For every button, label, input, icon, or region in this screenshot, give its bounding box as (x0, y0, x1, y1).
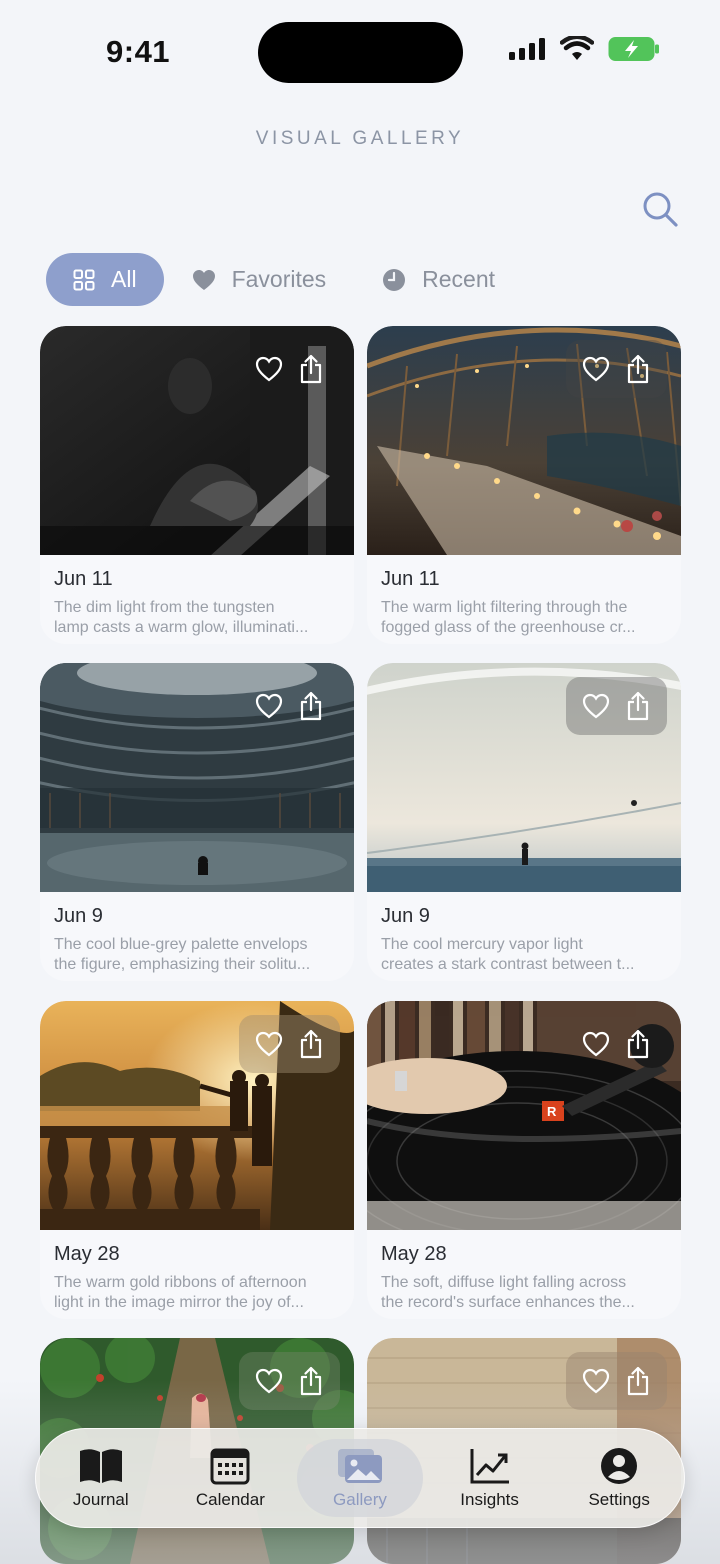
card-date: May 28 (381, 1243, 447, 1265)
description-line: The dim light from the tungsten (54, 599, 275, 616)
description-line: The warm light filtering through the (381, 599, 628, 616)
card-actions (566, 677, 667, 735)
dynamic-island (258, 22, 463, 83)
favorite-heart-icon[interactable] (255, 693, 283, 719)
nav-item-calendar[interactable]: Calendar (166, 1429, 296, 1527)
nav-item-settings[interactable]: Settings (554, 1429, 684, 1527)
share-icon[interactable] (625, 354, 651, 384)
cellular-signal-icon (509, 38, 545, 60)
nav-item-gallery[interactable]: Gallery (295, 1429, 425, 1527)
description-line: the record's surface enhances the... (381, 1294, 635, 1311)
gallery-screen: 9:41 VISUAL GALLERY All Favorites Recent… (0, 0, 720, 1564)
nav-label: Calendar (195, 1490, 265, 1509)
tab-recent[interactable]: Recent (382, 253, 495, 306)
share-icon[interactable] (625, 1029, 651, 1059)
clock-icon (382, 268, 406, 292)
description-line: creates a stark contrast between t... (381, 956, 635, 973)
gallery-card[interactable]: May 28 The warm gold ribbons of afternoo… (40, 1001, 354, 1319)
nav-label: Settings (588, 1490, 650, 1509)
card-date: Jun 9 (381, 905, 430, 927)
nav-label: Gallery (333, 1490, 387, 1509)
favorite-heart-icon[interactable] (255, 1031, 283, 1057)
card-date: Jun 9 (54, 905, 103, 927)
card-actions (239, 340, 340, 398)
share-icon[interactable] (298, 354, 324, 384)
calendar-icon (210, 1446, 250, 1486)
nav-item-journal[interactable]: Journal (36, 1429, 166, 1527)
description-line: lamp casts a warm glow, illuminati... (54, 619, 309, 636)
chart-icon (469, 1446, 511, 1486)
card-actions (566, 1352, 667, 1410)
filter-tabs: All Favorites Recent (46, 253, 495, 306)
card-actions (239, 677, 340, 735)
battery-charging-icon (608, 37, 659, 61)
nav-label: Journal (72, 1490, 129, 1509)
nav-label: Insights (460, 1490, 519, 1509)
bottom-tab-bar: Journal Calendar Gallery Insights Settin… (35, 1428, 685, 1528)
page-title: VISUAL GALLERY (255, 128, 465, 149)
card-description: The warm gold ribbons of afternoon light… (54, 1273, 342, 1313)
card-description: The warm light filtering through the fog… (381, 598, 669, 638)
tab-favorites[interactable]: Favorites (192, 253, 327, 306)
grid-icon (73, 269, 95, 291)
favorite-heart-icon[interactable] (582, 1031, 610, 1057)
card-actions (566, 340, 667, 398)
gallery-card[interactable]: Jun 9 The cool blue-grey palette envelop… (40, 663, 354, 981)
gallery-card[interactable]: R May 28 The soft, diffuse light falling… (367, 1001, 681, 1319)
wifi-icon (560, 36, 594, 60)
card-description: The cool blue-grey palette envelops the … (54, 935, 342, 975)
gallery-card[interactable]: Jun 11 The warm light filtering through … (367, 326, 681, 644)
gallery-card[interactable]: Jun 11 The dim light from the tungsten l… (40, 326, 354, 644)
favorite-heart-icon[interactable] (255, 1368, 283, 1394)
share-icon[interactable] (298, 1029, 324, 1059)
card-actions (239, 1015, 340, 1073)
status-icons (508, 36, 660, 62)
share-icon[interactable] (625, 1366, 651, 1396)
favorite-heart-icon[interactable] (582, 356, 610, 382)
share-icon[interactable] (298, 691, 324, 721)
nav-item-insights[interactable]: Insights (425, 1429, 555, 1527)
description-line: the figure, emphasizing their solitu... (54, 956, 311, 973)
person-icon (600, 1446, 638, 1486)
card-description: The soft, diffuse light falling across t… (381, 1273, 669, 1313)
card-description: The dim light from the tungsten lamp cas… (54, 598, 342, 638)
tab-recent-label: Recent (422, 266, 496, 292)
tab-all-label: All (111, 266, 137, 292)
gallery-card[interactable]: Jun 9 The cool mercury vapor light creat… (367, 663, 681, 981)
share-icon[interactable] (625, 691, 651, 721)
svg-text:R: R (547, 1104, 557, 1119)
card-description: The cool mercury vapor light creates a s… (381, 935, 669, 975)
gallery-icon (336, 1446, 384, 1486)
description-line: The cool mercury vapor light (381, 936, 583, 953)
card-actions (239, 1352, 340, 1410)
favorite-heart-icon[interactable] (582, 693, 610, 719)
card-date: Jun 11 (54, 568, 113, 590)
favorite-heart-icon[interactable] (582, 1368, 610, 1394)
tab-favorites-label: Favorites (231, 266, 327, 292)
search-icon (643, 192, 678, 227)
description-line: light in the image mirror the joy of... (54, 1294, 304, 1311)
card-date: Jun 11 (381, 568, 440, 590)
tab-all[interactable]: All (46, 253, 164, 306)
description-line: The cool blue-grey palette envelops (54, 936, 308, 953)
card-actions (566, 1015, 667, 1073)
share-icon[interactable] (298, 1366, 324, 1396)
heart-icon (192, 269, 216, 291)
description-line: The soft, diffuse light falling across (381, 1274, 627, 1291)
description-line: fogged glass of the greenhouse cr... (381, 619, 636, 636)
book-icon (78, 1446, 124, 1486)
card-date: May 28 (54, 1243, 120, 1265)
favorite-heart-icon[interactable] (255, 356, 283, 382)
status-time: 9:41 (106, 34, 171, 69)
search-button[interactable] (641, 190, 679, 228)
description-line: The warm gold ribbons of afternoon (54, 1274, 307, 1291)
